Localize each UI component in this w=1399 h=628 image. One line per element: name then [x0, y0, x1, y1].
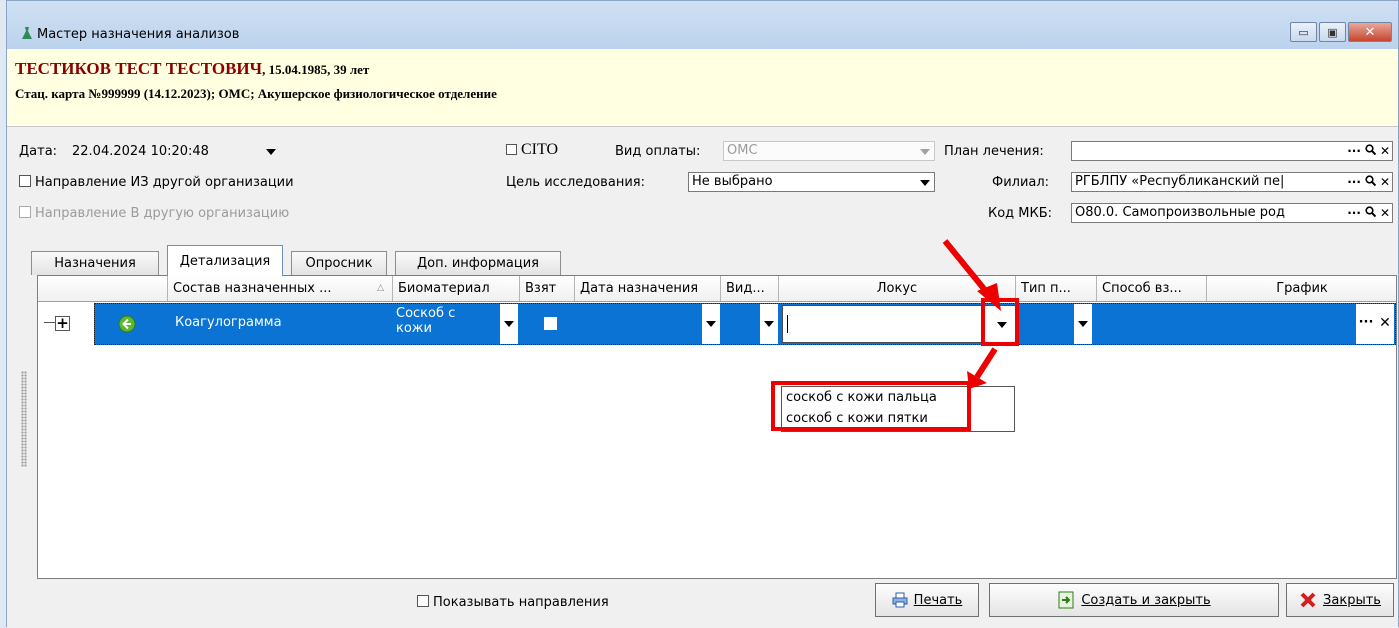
search-icon[interactable] [1365, 174, 1377, 190]
details-grid: Состав назначенных ... △ Биоматериал Взя… [37, 275, 1397, 579]
clear-icon[interactable]: ✕ [1380, 143, 1390, 159]
close-button[interactable]: Закрыть [1286, 583, 1394, 617]
date-dropdown-button[interactable] [262, 143, 278, 159]
annotation-arrow-icon [942, 239, 1001, 311]
tab-details[interactable]: Детализация [167, 245, 283, 276]
to-org-checkbox: Направление В другую организацию [19, 206, 289, 221]
payment-select: ОМС [723, 141, 935, 161]
maximize-button[interactable]: ▣ [1319, 22, 1346, 42]
show-directions-checkbox[interactable]: Показывать направления [417, 595, 609, 610]
footer-bar: Показывать направления Печать Создать и … [7, 579, 1398, 628]
chevron-down-icon [920, 180, 930, 186]
chevron-down-icon [706, 321, 716, 327]
patient-dob-age: , 15.04.1985, 39 лет [262, 62, 370, 77]
grid-header: Состав назначенных ... △ Биоматериал Взя… [38, 276, 1396, 302]
date-value: 22.04.2024 10:20:48 [72, 144, 209, 159]
checkbox-box [19, 206, 31, 218]
plan-label: План лечения: [944, 144, 1044, 159]
cito-checkbox[interactable]: CITO [506, 141, 558, 159]
document-arrow-icon [1058, 591, 1074, 609]
app-icon [22, 27, 32, 39]
taken-checkbox[interactable] [544, 317, 557, 330]
close-x-icon [1300, 592, 1316, 608]
text-caret [787, 315, 788, 333]
clear-icon[interactable]: ✕ [1380, 174, 1390, 190]
column-header-schedule[interactable]: График [1207, 276, 1397, 301]
schedule-clear-button[interactable]: ✕ [1376, 304, 1394, 344]
row-name: Коагулограмма [175, 315, 282, 330]
more-icon[interactable]: ··· [1347, 143, 1361, 159]
branch-field[interactable]: РГБЛПУ «Республиканский пе| ··· ✕ [1071, 172, 1393, 192]
column-header-kind[interactable]: Вид... [721, 276, 779, 301]
arrow-left-circle-icon[interactable] [118, 315, 136, 333]
column-header-method[interactable]: Способ вз... [1097, 276, 1207, 301]
chevron-down-icon [920, 149, 930, 155]
column-header-composition[interactable]: Состав назначенных ... △ [168, 276, 393, 301]
column-header-taken[interactable]: Взят [520, 276, 575, 301]
close-window-button[interactable]: ✕ [1348, 22, 1392, 42]
clear-icon[interactable]: ✕ [1380, 205, 1390, 221]
branch-label: Филиал: [992, 175, 1050, 190]
window-controls: ▭ ▣ ✕ [1288, 22, 1392, 44]
kind-dropdown[interactable] [760, 304, 778, 344]
purpose-select[interactable]: Не выбрано [688, 172, 935, 192]
print-button[interactable]: Печать [875, 583, 979, 617]
window-title: Мастер назначения анализов [37, 27, 240, 42]
highlight-options [771, 381, 971, 431]
column-header-blank [38, 276, 168, 301]
tab-additional-info[interactable]: Доп. информация [395, 251, 561, 275]
checkbox-box [417, 595, 429, 607]
chevron-down-icon [266, 149, 276, 155]
splitter-grip[interactable] [21, 371, 27, 467]
column-header-type[interactable]: Тип п... [1016, 276, 1097, 301]
dialog-window: Мастер назначения анализов ▭ ▣ ✕ ТЕСТИКО… [6, 0, 1399, 628]
mkb-field[interactable]: O80.0. Самопроизвольные род ··· ✕ [1071, 203, 1393, 223]
sort-ascending-icon: △ [377, 283, 384, 293]
purpose-label: Цель исследования: [506, 175, 645, 190]
chevron-down-icon [504, 321, 514, 327]
table-row-selected[interactable] [94, 303, 1396, 345]
patient-header: ТЕСТИКОВ ТЕСТ ТЕСТОВИЧ, 15.04.1985, 39 л… [7, 49, 1398, 127]
annotation-arrow-icon [967, 347, 998, 389]
form-panel: Дата: 22.04.2024 10:20:48 Направление ИЗ… [7, 127, 1398, 247]
search-icon[interactable] [1365, 143, 1377, 159]
expand-row-button[interactable]: + [55, 316, 70, 331]
patient-card-info: Стац. карта №999999 (14.12.2023); ОМС; А… [15, 86, 497, 101]
patient-name: ТЕСТИКОВ ТЕСТ ТЕСТОВИЧ [15, 59, 263, 78]
mkb-label: Код МКБ: [988, 206, 1053, 221]
printer-icon [892, 592, 908, 608]
row-biomaterial: Соскоб с кожи [396, 306, 456, 336]
checkbox-box [19, 175, 31, 187]
date-label: Дата: [19, 144, 58, 159]
date-field[interactable]: 22.04.2024 10:20:48 [71, 142, 247, 162]
chevron-down-icon [1078, 321, 1088, 327]
date-cell-dropdown[interactable] [702, 304, 720, 344]
biomaterial-dropdown[interactable] [500, 304, 518, 344]
more-icon[interactable]: ··· [1347, 174, 1361, 190]
column-header-date[interactable]: Дата назначения [575, 276, 721, 301]
column-header-biomaterial[interactable]: Биоматериал [393, 276, 520, 301]
more-icon[interactable]: ··· [1347, 205, 1361, 221]
minimize-button[interactable]: ▭ [1290, 22, 1317, 42]
chevron-down-icon [764, 321, 774, 327]
plan-field[interactable]: ··· ✕ [1071, 141, 1393, 161]
from-org-checkbox[interactable]: Направление ИЗ другой организации [19, 175, 294, 190]
create-and-close-button[interactable]: Создать и закрыть [989, 583, 1279, 617]
tab-questionnaire[interactable]: Опросник [291, 251, 387, 275]
tab-appointments[interactable]: Назначения [31, 251, 159, 275]
payment-label: Вид оплаты: [615, 144, 701, 159]
title-bar[interactable]: Мастер назначения анализов ▭ ▣ ✕ [7, 1, 1398, 49]
schedule-more-button[interactable]: ··· [1356, 304, 1376, 344]
patient-name-line: ТЕСТИКОВ ТЕСТ ТЕСТОВИЧ, 15.04.1985, 39 л… [15, 59, 369, 79]
type-dropdown[interactable] [1074, 304, 1092, 344]
checkbox-box [506, 144, 517, 155]
search-icon[interactable] [1365, 205, 1377, 221]
